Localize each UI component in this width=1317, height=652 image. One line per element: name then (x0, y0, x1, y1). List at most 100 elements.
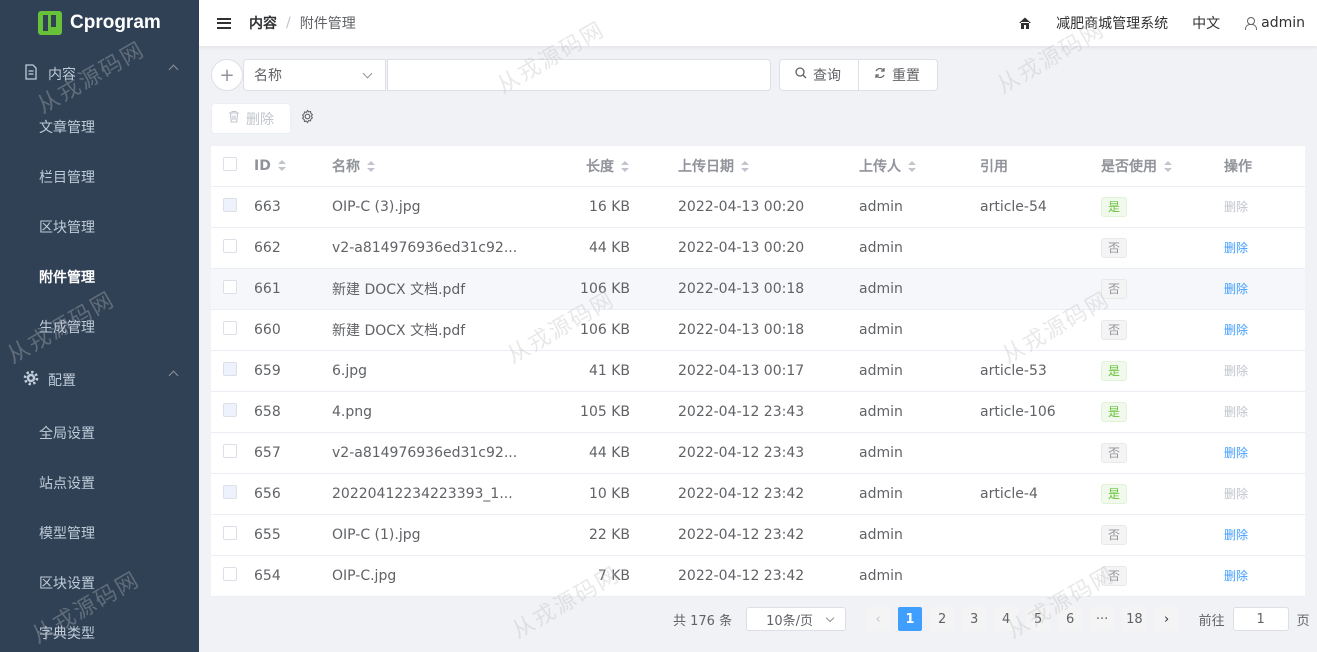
page-button[interactable]: 2 (930, 607, 955, 631)
page-button[interactable]: 6 (1058, 607, 1083, 631)
home-icon[interactable] (1018, 16, 1032, 30)
column-header-date[interactable]: 上传日期 (652, 146, 833, 187)
goto-page-input[interactable] (1232, 607, 1289, 631)
action-bar: 删除 (211, 103, 315, 134)
delete-row-button[interactable]: 删除 (1224, 569, 1248, 583)
column-header-uploader[interactable]: 上传人 (833, 146, 954, 187)
delete-row-button: 删除 (1224, 487, 1249, 501)
sidebar-item-models[interactable]: 模型管理 (0, 508, 199, 558)
sort-icon[interactable] (740, 160, 750, 173)
column-header-used[interactable]: 是否使用 (1075, 146, 1196, 187)
row-checkbox[interactable] (223, 320, 237, 335)
column-header-size[interactable]: 长度 (562, 146, 652, 187)
bulk-delete-button[interactable]: 删除 (211, 103, 291, 134)
field-select[interactable]: 名称 (243, 59, 386, 91)
row-checkbox[interactable] (223, 279, 237, 294)
column-header-name[interactable]: 名称 (332, 146, 562, 187)
table-row[interactable]: 663 OIP-C (3).jpg 16 KB 2022-04-13 00:20 adm… (211, 186, 1305, 228)
table-row[interactable]: 659 6.jpg 41 KB 2022-04-13 00:17 admin articl… (211, 350, 1305, 392)
row-select-cell (211, 391, 254, 433)
cell-uploader: admin (833, 391, 954, 433)
add-button[interactable]: + (211, 59, 243, 91)
page-button[interactable]: 4 (994, 607, 1019, 631)
delete-row-button[interactable]: 删除 (1224, 528, 1248, 542)
table-row[interactable]: 661 新建 DOCX 文档.pdf 106 KB 2022-04-13 00:18 a… (211, 268, 1305, 310)
cell-id: 655 (254, 514, 332, 556)
sidebar-item-site-settings[interactable]: 站点设置 (0, 458, 199, 508)
column-settings-icon[interactable] (300, 109, 315, 128)
site-name[interactable]: 减肥商城管理系统 (1056, 13, 1168, 33)
sidebar-item-blocks[interactable]: 区块管理 (0, 202, 199, 252)
table-row[interactable]: 656 20220412234223393_1... 10 KB 2022-04-12… (211, 473, 1305, 515)
table-row[interactable]: 657 v2-a814976936ed31c92... 44 KB 2022-04-1… (211, 432, 1305, 474)
table-header-row: ID 名称 长度 上传日期 上传人 引用 是否使用 操作 (211, 146, 1305, 187)
sidebar-item-generate[interactable]: 生成管理 (0, 302, 199, 352)
cell-reference: article-106 (954, 391, 1075, 433)
cell-date: 2022-04-13 00:17 (652, 350, 833, 392)
table-row[interactable]: 658 4.png 105 KB 2022-04-12 23:43 admin artic… (211, 391, 1305, 433)
cell-size: 105 KB (562, 391, 652, 433)
sidebar-item-columns[interactable]: 栏目管理 (0, 152, 199, 202)
sort-icon[interactable] (1163, 160, 1173, 173)
refresh-icon (874, 67, 886, 83)
cell-size: 44 KB (562, 432, 652, 474)
table-row[interactable]: 655 OIP-C (1).jpg 22 KB 2022-04-12 23:42 adm… (211, 514, 1305, 556)
row-checkbox (223, 361, 237, 376)
cell-used: 是 (1075, 391, 1196, 433)
sidebar-item-attachments[interactable]: 附件管理 (0, 252, 199, 302)
sort-icon[interactable] (366, 160, 376, 173)
delete-row-button[interactable]: 删除 (1224, 282, 1248, 296)
search-button[interactable]: 查询 (779, 59, 859, 91)
user-menu[interactable]: admin (1244, 15, 1305, 31)
language-switch[interactable]: 中文 (1192, 13, 1220, 33)
page-size-select[interactable]: 10条/页 (746, 607, 847, 631)
cell-actions: 删除 (1196, 555, 1305, 597)
row-select-cell (211, 227, 254, 269)
page-more-button[interactable]: ··· (1090, 607, 1115, 631)
page-button[interactable]: 1 (898, 607, 923, 631)
cell-name: OIP-C (1).jpg (332, 514, 562, 556)
page-button[interactable]: 18 (1122, 607, 1147, 631)
cell-uploader: admin (833, 473, 954, 515)
reset-button[interactable]: 重置 (858, 59, 938, 91)
search-input[interactable] (387, 59, 771, 91)
row-checkbox (223, 484, 237, 499)
cell-used: 否 (1075, 227, 1196, 269)
delete-row-button[interactable]: 删除 (1224, 241, 1248, 255)
column-header-id[interactable]: ID (254, 146, 332, 187)
sort-icon[interactable] (620, 160, 630, 173)
cell-used: 否 (1075, 268, 1196, 310)
row-checkbox[interactable] (223, 525, 237, 540)
row-select-cell (211, 268, 254, 310)
sidebar-item-dictionary[interactable]: 字典类型 (0, 608, 199, 652)
sort-icon[interactable] (277, 159, 287, 172)
select-all-checkbox[interactable] (223, 156, 237, 171)
delete-row-button[interactable]: 删除 (1224, 323, 1248, 337)
menu-toggle-icon[interactable] (217, 17, 231, 29)
sidebar-item-articles[interactable]: 文章管理 (0, 102, 199, 152)
menu-group-config[interactable]: 配置 (0, 352, 199, 408)
chevron-right-icon: › (1164, 611, 1170, 627)
cell-size: 44 KB (562, 227, 652, 269)
prev-page-button[interactable]: ‹ (866, 607, 891, 631)
next-page-button[interactable]: › (1154, 607, 1179, 631)
cell-name: 新建 DOCX 文档.pdf (332, 309, 562, 351)
logo[interactable]: Cprogram (0, 0, 199, 46)
row-checkbox[interactable] (223, 238, 237, 253)
cell-size: 22 KB (562, 514, 652, 556)
sidebar-item-block-settings[interactable]: 区块设置 (0, 558, 199, 608)
menu-group-content[interactable]: 内容 (0, 46, 199, 102)
table-row[interactable]: 654 OIP-C.jpg 7 KB 2022-04-12 23:42 admin 否 删除 (211, 555, 1305, 597)
page-button[interactable]: 3 (962, 607, 987, 631)
row-checkbox[interactable] (223, 566, 237, 581)
table-row[interactable]: 660 新建 DOCX 文档.pdf 106 KB 2022-04-13 00:18 a… (211, 309, 1305, 351)
cell-reference (954, 555, 1075, 597)
sort-icon[interactable] (907, 160, 917, 173)
breadcrumb-item-content[interactable]: 内容 (249, 13, 277, 33)
delete-row-button[interactable]: 删除 (1224, 446, 1248, 460)
gear-icon (22, 370, 40, 390)
page-button[interactable]: 5 (1026, 607, 1051, 631)
table-row[interactable]: 662 v2-a814976936ed31c92... 44 KB 2022-04-1… (211, 227, 1305, 269)
sidebar-item-global-settings[interactable]: 全局设置 (0, 408, 199, 458)
row-checkbox[interactable] (223, 443, 237, 458)
